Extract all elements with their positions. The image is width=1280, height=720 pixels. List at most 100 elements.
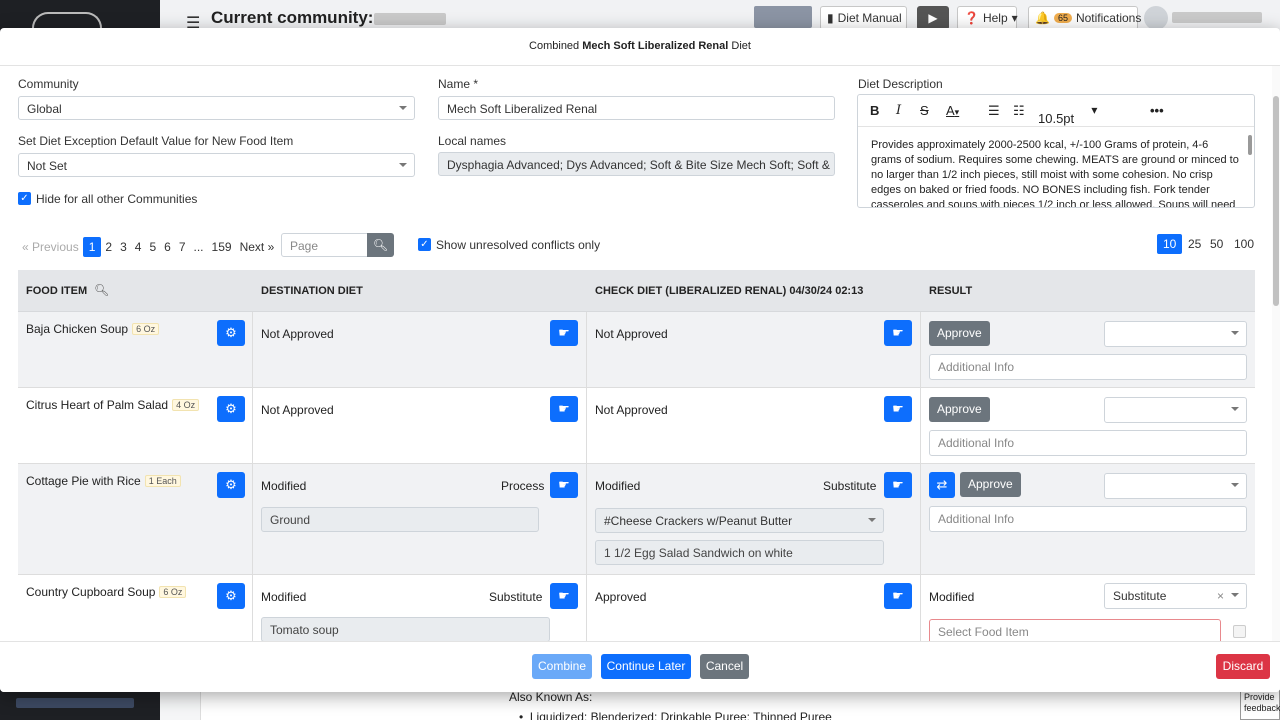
result-select[interactable] xyxy=(1104,321,1247,347)
page-link-4[interactable]: 4 xyxy=(131,240,146,254)
cancel-button[interactable]: Cancel xyxy=(700,654,749,679)
additional-info-input[interactable]: Additional Info xyxy=(929,506,1247,532)
destination-action: Substitute xyxy=(489,590,543,604)
page-link-159[interactable]: 159 xyxy=(208,240,236,254)
combine-button[interactable]: Combine xyxy=(532,654,592,679)
previous-page-link: « Previous xyxy=(22,240,79,254)
result-select[interactable]: Substitute × xyxy=(1104,583,1247,609)
continue-later-button[interactable]: Continue Later xyxy=(601,654,691,679)
local-names-input[interactable]: Dysphagia Advanced; Dys Advanced; Soft &… xyxy=(438,152,835,176)
use-destination-button[interactable]: ☛ xyxy=(550,320,578,346)
hand-pointer-icon: ☛ xyxy=(558,588,570,603)
use-destination-button[interactable]: ☛ xyxy=(550,472,578,498)
page-link-7[interactable]: 7 xyxy=(175,240,190,254)
search-icon[interactable]: 🔍︎ xyxy=(94,283,109,297)
portion-size-badge: 4 Oz xyxy=(172,399,200,411)
food-settings-button[interactable]: ⚙ xyxy=(217,583,245,609)
approve-button[interactable]: Approve xyxy=(929,397,990,422)
page-link-2[interactable]: 2 xyxy=(101,240,116,254)
use-check-button[interactable]: ☛ xyxy=(884,396,912,422)
approve-button[interactable]: Approve xyxy=(960,472,1021,497)
page-link-3[interactable]: 3 xyxy=(116,240,131,254)
scrollbar-thumb[interactable] xyxy=(1273,96,1279,306)
result-header: RESULT xyxy=(929,285,973,297)
hand-pointer-icon: ☛ xyxy=(892,325,904,340)
per-page-50[interactable]: 50 xyxy=(1204,234,1229,254)
next-page-link[interactable]: Next » xyxy=(236,240,279,254)
food-item-name: Country Cupboard Soup 6 Oz xyxy=(26,585,187,599)
more-options-icon[interactable]: ••• xyxy=(1150,103,1164,118)
use-check-button[interactable]: ☛ xyxy=(884,320,912,346)
italic-icon[interactable]: I xyxy=(896,103,901,118)
unresolved-conflicts-checkbox[interactable]: ✓ xyxy=(418,238,431,251)
bookmark-icon: ▮ xyxy=(827,11,834,25)
page-input[interactable]: Page xyxy=(281,233,368,257)
food-settings-button[interactable]: ⚙ xyxy=(217,396,245,422)
numbered-list-icon[interactable]: ☷ xyxy=(1013,103,1025,119)
modal-footer: Combine Continue Later Cancel Discard xyxy=(0,641,1280,692)
per-page-10[interactable]: 10 xyxy=(1157,234,1183,254)
notifications-button[interactable]: 🔔 65 Notifications xyxy=(1028,6,1141,30)
page-search-button[interactable]: 🔍︎ xyxy=(367,233,394,257)
approve-button[interactable]: Approve xyxy=(929,321,990,346)
page-link-6[interactable]: 6 xyxy=(160,240,175,254)
community-select[interactable]: Global xyxy=(18,96,415,120)
hide-communities-checkbox[interactable]: ✓ xyxy=(18,192,31,205)
use-check-button[interactable]: ☛ xyxy=(884,583,912,609)
modal-title: Combined Mech Soft Liberalized Renal Die… xyxy=(0,28,1280,66)
check-status: Approved xyxy=(595,590,647,604)
caret-down-icon xyxy=(1231,331,1239,335)
food-settings-button[interactable]: ⚙ xyxy=(217,472,245,498)
avatar[interactable] xyxy=(1144,6,1168,30)
chevron-down-icon: ▾ xyxy=(1011,11,1018,25)
food-item-name: Citrus Heart of Palm Salad 4 Oz xyxy=(26,398,200,412)
diet-description-label: Diet Description xyxy=(858,77,943,91)
font-size-select[interactable]: 10.5pt ▾ xyxy=(1038,103,1097,126)
per-page-100[interactable]: 100 xyxy=(1228,234,1260,254)
feedback-tab[interactable]: Provide feedback xyxy=(1240,690,1280,720)
food-item-name: Cottage Pie with Rice 1 Each xyxy=(26,474,181,488)
bold-icon[interactable]: B xyxy=(870,103,879,118)
destination-value: Tomato soup xyxy=(261,617,550,641)
exception-select[interactable]: Not Set xyxy=(18,153,415,177)
table-header: FOOD ITEM 🔍︎ DESTINATION DIET CHECK DIET… xyxy=(18,270,1255,312)
food-item-header: FOOD ITEM xyxy=(26,285,88,297)
strikethrough-icon[interactable]: S xyxy=(920,103,929,118)
help-button[interactable]: ❓ Help ▾ xyxy=(957,6,1018,30)
result-select[interactable] xyxy=(1104,473,1247,499)
use-check-button[interactable]: ☛ xyxy=(884,472,912,498)
community-logo-blurred xyxy=(754,6,812,28)
clear-icon[interactable]: × xyxy=(1217,589,1224,603)
check-substitute-value: 1 1/2 Egg Salad Sandwich on white xyxy=(595,540,884,565)
discard-button[interactable]: Discard xyxy=(1216,654,1270,679)
additional-info-input[interactable]: Additional Info xyxy=(929,354,1247,380)
check-substitute-select[interactable]: #Cheese Crackers w/Peanut Butter xyxy=(595,508,884,533)
select-food-item[interactable]: Select Food Item xyxy=(929,619,1221,641)
diet-description-text[interactable]: Provides approximately 2000-2500 kcal, +… xyxy=(858,127,1254,207)
community-label: Community xyxy=(18,77,79,91)
user-name-blurred[interactable] xyxy=(1172,12,1262,23)
font-color-icon[interactable]: A▾ xyxy=(946,103,959,118)
editor-scrollbar[interactable] xyxy=(1248,135,1252,155)
use-destination-button[interactable]: ☛ xyxy=(550,583,578,609)
page-link-5[interactable]: 5 xyxy=(145,240,160,254)
portion-size-badge: 6 Oz xyxy=(159,586,187,598)
row-checkbox[interactable] xyxy=(1233,625,1246,638)
caret-down-icon xyxy=(868,518,876,522)
name-input[interactable]: Mech Soft Liberalized Renal xyxy=(438,96,835,120)
modal-scrollbar[interactable] xyxy=(1272,66,1280,641)
play-button[interactable]: ▶ xyxy=(917,6,949,30)
hand-pointer-icon: ☛ xyxy=(558,477,570,492)
logo xyxy=(32,12,102,28)
bullet-list-icon[interactable]: ☰ xyxy=(988,103,1000,119)
page-link-1[interactable]: 1 xyxy=(82,237,102,257)
diet-manual-button[interactable]: ▮ Diet Manual xyxy=(820,6,907,30)
play-icon: ▶ xyxy=(928,11,938,25)
use-destination-button[interactable]: ☛ xyxy=(550,396,578,422)
additional-info-input[interactable]: Additional Info xyxy=(929,430,1247,456)
diet-description-editor[interactable]: B I S A▾ ☰ ☷ 10.5pt ▾ ••• Provides appro… xyxy=(857,94,1255,208)
result-select[interactable] xyxy=(1104,397,1247,423)
search-icon: 🔍︎ xyxy=(372,238,389,252)
food-settings-button[interactable]: ⚙ xyxy=(217,320,245,346)
swap-button[interactable]: ⇄ xyxy=(929,472,955,498)
